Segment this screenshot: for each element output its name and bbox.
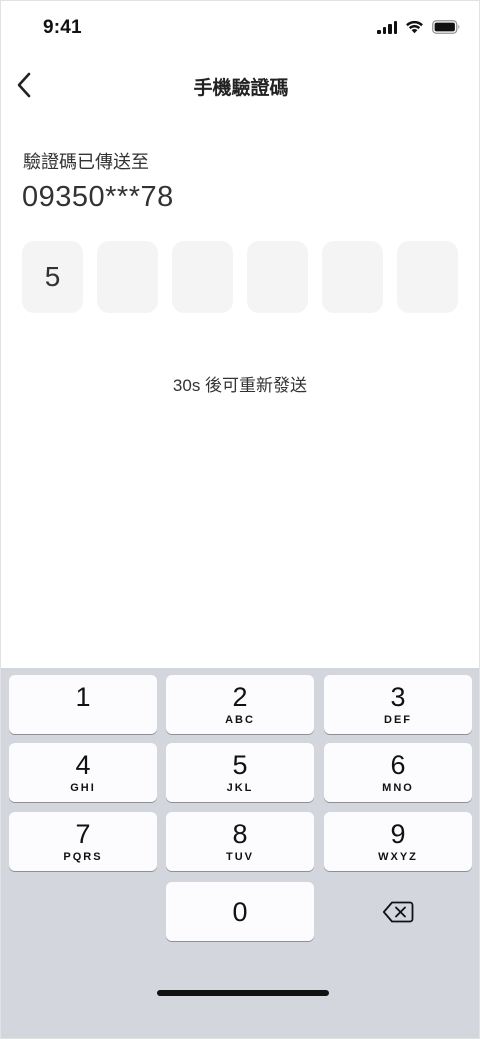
key-7[interactable]: 7 PQRS — [9, 812, 157, 871]
wifi-icon — [406, 20, 423, 34]
key-digit: 9 — [390, 818, 406, 849]
phone-number: 09350***78 — [22, 181, 174, 213]
verification-code-input[interactable]: 5 — [22, 241, 458, 313]
phone-screen: 9:41 手機驗證碼 驗證碼已傳送至 09350***78 5 30s 後可重新… — [0, 0, 480, 1039]
key-letters: GHI — [70, 781, 96, 794]
key-9[interactable]: 9 WXYZ — [324, 812, 472, 871]
key-letters: ABC — [225, 713, 255, 726]
code-digit-box[interactable] — [397, 241, 458, 313]
code-digit-box[interactable] — [172, 241, 233, 313]
backspace-icon — [382, 901, 414, 922]
key-digit: 5 — [232, 749, 248, 780]
status-icons — [377, 20, 461, 34]
key-8[interactable]: 8 TUV — [166, 812, 314, 871]
key-5[interactable]: 5 JKL — [166, 743, 314, 802]
key-4[interactable]: 4 GHI — [9, 743, 157, 802]
key-1[interactable]: 1 — [9, 675, 157, 734]
key-letters: PQRS — [63, 850, 103, 863]
key-0[interactable]: 0 — [166, 882, 314, 941]
code-digit-box[interactable] — [322, 241, 383, 313]
key-digit: 7 — [75, 818, 91, 849]
key-letters: JKL — [226, 781, 254, 794]
key-digit: 4 — [75, 749, 91, 780]
status-bar: 9:41 — [1, 1, 479, 57]
key-digit: 2 — [232, 681, 248, 712]
key-letters: TUV — [226, 850, 254, 863]
cellular-signal-icon — [377, 20, 397, 34]
numeric-keypad: 1 2 ABC 3 DEF 4 GHI 5 JKL 6 MNO 7 PQRS 8 — [1, 668, 479, 1038]
navigation-header: 手機驗證碼 — [1, 61, 479, 109]
battery-icon — [432, 20, 460, 34]
key-letters: WXYZ — [378, 850, 418, 863]
key-letters: MNO — [382, 781, 414, 794]
home-indicator[interactable] — [157, 990, 329, 996]
page-title: 手機驗證碼 — [193, 78, 289, 99]
key-digit: 6 — [390, 749, 406, 780]
code-digit-box[interactable] — [97, 241, 158, 313]
key-digit: 0 — [232, 896, 248, 927]
delete-key[interactable] — [324, 882, 472, 941]
key-3[interactable]: 3 DEF — [324, 675, 472, 734]
status-time: 9:41 — [43, 17, 82, 38]
resend-countdown: 30s 後可重新發送 — [172, 376, 308, 395]
code-digit-box[interactable]: 5 — [22, 241, 83, 313]
code-digit-box[interactable] — [247, 241, 308, 313]
key-letters: DEF — [384, 713, 412, 726]
key-digit: 8 — [232, 818, 248, 849]
key-2[interactable]: 2 ABC — [166, 675, 314, 734]
sent-to-label: 驗證碼已傳送至 — [23, 152, 149, 172]
key-digit: 3 — [390, 681, 406, 712]
key-digit: 1 — [75, 681, 91, 712]
key-6[interactable]: 6 MNO — [324, 743, 472, 802]
